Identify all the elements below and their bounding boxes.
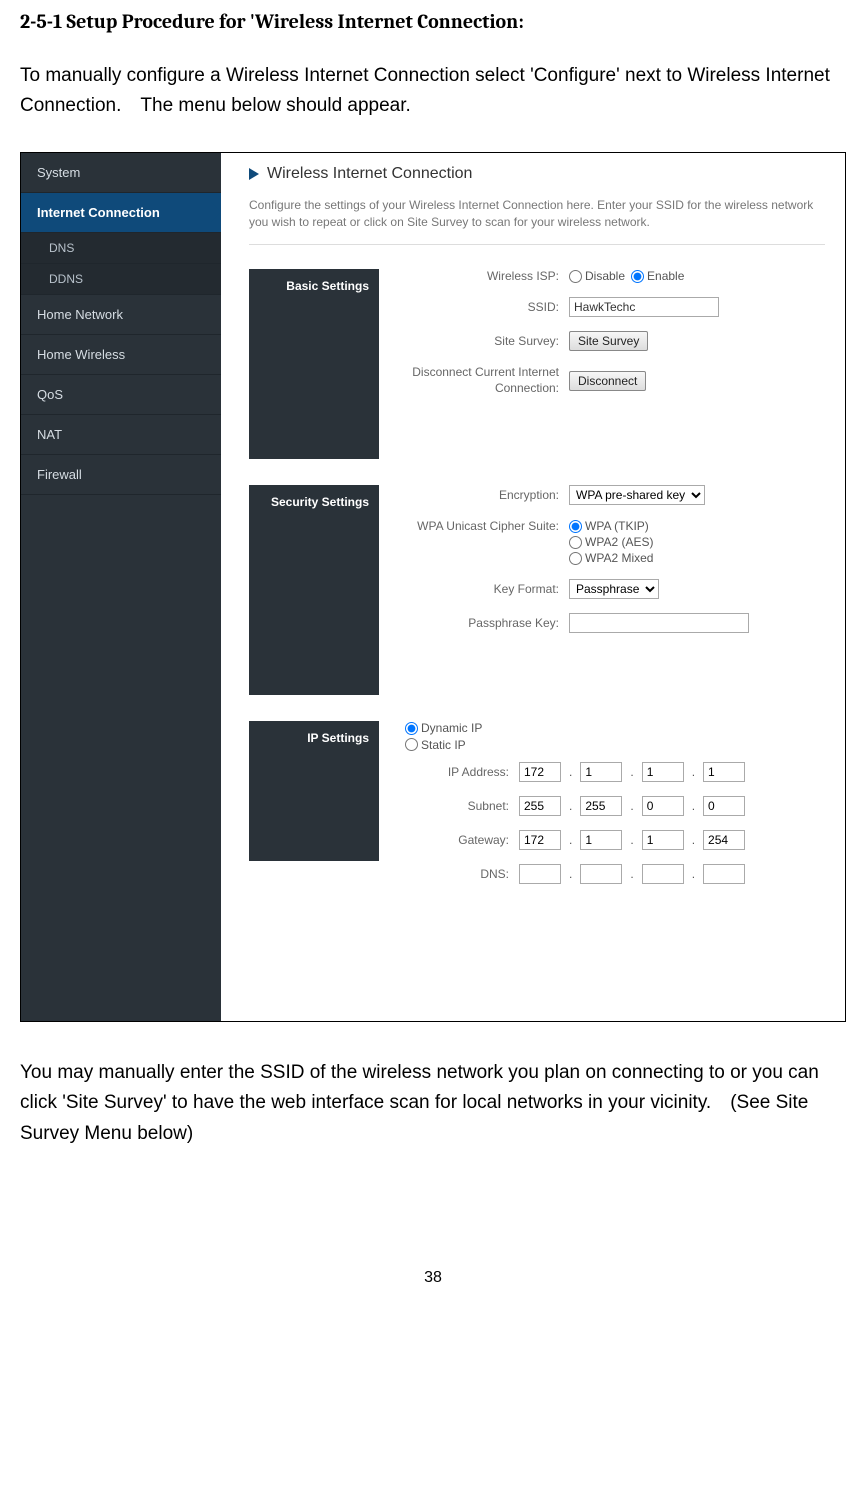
ssid-input[interactable] bbox=[569, 297, 719, 317]
wireless-isp-disable[interactable]: Disable bbox=[569, 269, 625, 283]
sidebar-sub-dns[interactable]: DNS bbox=[21, 233, 221, 264]
security-settings-header: Security Settings bbox=[249, 485, 379, 695]
sidebar-item-home-wireless[interactable]: Home Wireless bbox=[21, 335, 221, 375]
static-ip-label: Static IP bbox=[421, 738, 466, 752]
dns-oct-3[interactable] bbox=[642, 864, 684, 884]
ip-dynamic[interactable]: Dynamic IP bbox=[405, 721, 482, 735]
disable-label: Disable bbox=[585, 269, 625, 283]
page-description: Configure the settings of your Wireless … bbox=[249, 197, 825, 246]
subnet-label: Subnet: bbox=[399, 799, 519, 813]
sidebar-item-nat[interactable]: NAT bbox=[21, 415, 221, 455]
sidebar-sub-ddns[interactable]: DDNS bbox=[21, 264, 221, 295]
gw-oct-2[interactable] bbox=[580, 830, 622, 850]
ssid-label: SSID: bbox=[399, 300, 569, 314]
sn-oct-1[interactable] bbox=[519, 796, 561, 816]
gateway-label: Gateway: bbox=[399, 833, 519, 847]
sidebar-item-home-network[interactable]: Home Network bbox=[21, 295, 221, 335]
ip-address-label: IP Address: bbox=[399, 765, 519, 779]
sn-oct-4[interactable] bbox=[703, 796, 745, 816]
wireless-isp-label: Wireless ISP: bbox=[399, 269, 569, 283]
outro-paragraph: You may manually enter the SSID of the w… bbox=[20, 1058, 846, 1149]
sidebar-item-internet-connection[interactable]: Internet Connection bbox=[21, 193, 221, 233]
content-area: Wireless Internet Connection Configure t… bbox=[221, 153, 845, 1021]
dns-oct-2[interactable] bbox=[580, 864, 622, 884]
site-survey-label: Site Survey: bbox=[399, 334, 569, 348]
sidebar-item-system[interactable]: System bbox=[21, 153, 221, 193]
cipher-wpa2-aes[interactable]: WPA2 (AES) bbox=[569, 535, 653, 549]
passphrase-label: Passphrase Key: bbox=[399, 616, 569, 630]
dynamic-ip-label: Dynamic IP bbox=[421, 721, 482, 735]
encryption-label: Encryption: bbox=[399, 488, 569, 502]
ip-oct-2[interactable] bbox=[580, 762, 622, 782]
ip-oct-4[interactable] bbox=[703, 762, 745, 782]
site-survey-button[interactable]: Site Survey bbox=[569, 331, 648, 351]
cipher-label: WPA Unicast Cipher Suite: bbox=[399, 519, 569, 535]
cipher-opt-1: WPA2 (AES) bbox=[585, 535, 653, 549]
page-title: Wireless Internet Connection bbox=[267, 165, 472, 183]
cipher-wpa-tkip[interactable]: WPA (TKIP) bbox=[569, 519, 653, 533]
chevron-right-icon bbox=[249, 168, 259, 180]
sidebar: System Internet Connection DNS DDNS Home… bbox=[21, 153, 221, 1021]
passphrase-input[interactable] bbox=[569, 613, 749, 633]
dns-oct-1[interactable] bbox=[519, 864, 561, 884]
encryption-select[interactable]: WPA pre-shared key bbox=[569, 485, 705, 505]
sidebar-item-qos[interactable]: QoS bbox=[21, 375, 221, 415]
enable-label: Enable bbox=[647, 269, 684, 283]
cipher-opt-2: WPA2 Mixed bbox=[585, 551, 653, 565]
page-number: 38 bbox=[20, 1269, 846, 1287]
disconnect-label: Disconnect Current Internet Connection: bbox=[399, 365, 569, 396]
ip-oct-3[interactable] bbox=[642, 762, 684, 782]
key-format-select[interactable]: Passphrase bbox=[569, 579, 659, 599]
key-format-label: Key Format: bbox=[399, 582, 569, 596]
dns-oct-4[interactable] bbox=[703, 864, 745, 884]
disconnect-button[interactable]: Disconnect bbox=[569, 371, 646, 391]
basic-settings-header: Basic Settings bbox=[249, 269, 379, 459]
gw-oct-3[interactable] bbox=[642, 830, 684, 850]
sn-oct-2[interactable] bbox=[580, 796, 622, 816]
sidebar-item-firewall[interactable]: Firewall bbox=[21, 455, 221, 495]
gw-oct-4[interactable] bbox=[703, 830, 745, 850]
cipher-wpa2-mixed[interactable]: WPA2 Mixed bbox=[569, 551, 653, 565]
sn-oct-3[interactable] bbox=[642, 796, 684, 816]
dns-label: DNS: bbox=[399, 867, 519, 881]
ip-settings-header: IP Settings bbox=[249, 721, 379, 861]
ip-static[interactable]: Static IP bbox=[405, 738, 466, 752]
embedded-screenshot: System Internet Connection DNS DDNS Home… bbox=[20, 152, 846, 1022]
intro-paragraph: To manually configure a Wireless Interne… bbox=[20, 61, 846, 122]
wireless-isp-enable[interactable]: Enable bbox=[631, 269, 684, 283]
gw-oct-1[interactable] bbox=[519, 830, 561, 850]
section-heading: 2-5-1 Setup Procedure for 'Wireless Inte… bbox=[20, 10, 846, 33]
cipher-opt-0: WPA (TKIP) bbox=[585, 519, 649, 533]
ip-oct-1[interactable] bbox=[519, 762, 561, 782]
